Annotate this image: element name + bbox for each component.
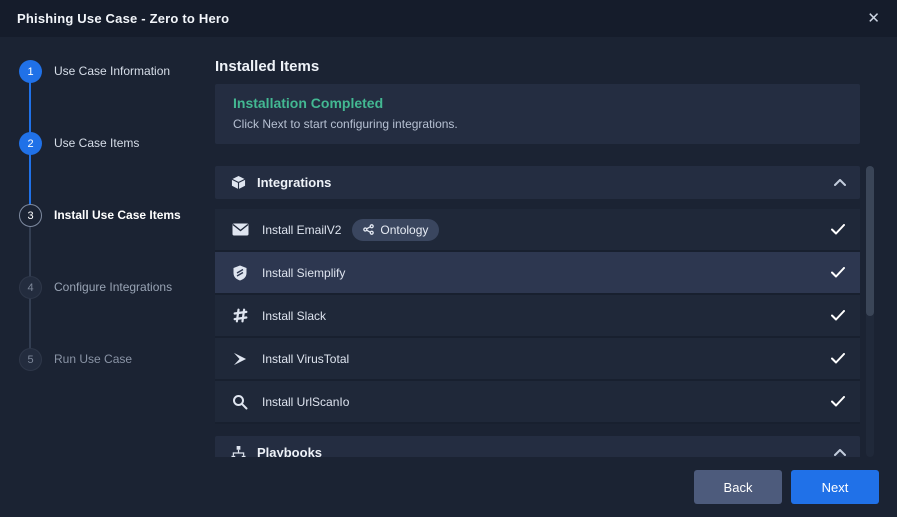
item-label: Install UrlScanIo xyxy=(262,395,349,409)
integrations-rows: Install EmailV2 Ontology Ins xyxy=(215,209,860,424)
step-configure-integrations[interactable]: 4 Configure Integrations xyxy=(19,276,215,348)
playbooks-section-header[interactable]: Playbooks xyxy=(215,436,860,457)
check-icon xyxy=(831,310,845,321)
section-gap xyxy=(215,424,860,436)
list-item-install-virustotal[interactable]: Install VirusTotal xyxy=(215,338,860,381)
step-install-use-case-items[interactable]: 3 Install Use Case Items xyxy=(19,204,215,276)
check-icon xyxy=(831,353,845,364)
list-item-install-urlscanio[interactable]: Install UrlScanIo xyxy=(215,381,860,424)
slack-icon xyxy=(230,308,250,323)
page-title: Installed Items xyxy=(215,58,897,75)
item-label: Install EmailV2 xyxy=(262,223,341,237)
playbooks-icon xyxy=(229,446,247,458)
step-number-badge: 2 xyxy=(19,132,42,155)
virustotal-icon xyxy=(230,352,250,366)
stepper: 1 Use Case Information 2 Use Case Items … xyxy=(19,60,215,420)
step-label: Use Case Information xyxy=(54,60,170,83)
back-button[interactable]: Back xyxy=(694,470,782,504)
integrations-icon xyxy=(229,175,247,190)
list-item-install-emailv2[interactable]: Install EmailV2 Ontology xyxy=(215,209,860,252)
badge-label: Ontology xyxy=(380,223,428,237)
check-icon xyxy=(831,267,845,278)
chevron-up-icon[interactable] xyxy=(834,449,846,456)
step-use-case-items[interactable]: 2 Use Case Items xyxy=(19,132,215,204)
urlscan-magnifier-icon xyxy=(230,394,250,410)
step-number-badge: 1 xyxy=(19,60,42,83)
modal-titlebar: Phishing Use Case - Zero to Hero ✕ xyxy=(0,0,897,37)
step-number-badge: 5 xyxy=(19,348,42,371)
installation-completed-subtitle: Click Next to start configuring integrat… xyxy=(233,117,842,131)
wizard-footer: Back Next xyxy=(0,457,897,517)
installed-items-list: Integrations Install EmailV2 Ontology xyxy=(215,166,860,457)
wizard-stepper-sidebar: 1 Use Case Information 2 Use Case Items … xyxy=(0,37,215,517)
item-label: Install Slack xyxy=(262,309,326,323)
step-label: Configure Integrations xyxy=(54,276,172,299)
installation-completed-title: Installation Completed xyxy=(233,95,842,111)
list-item-install-slack[interactable]: Install Slack xyxy=(215,295,860,338)
scrollbar-track[interactable] xyxy=(866,166,874,457)
step-label: Run Use Case xyxy=(54,348,132,371)
step-number-badge: 3 xyxy=(19,204,42,227)
use-case-wizard-modal: Phishing Use Case - Zero to Hero ✕ 1 Use… xyxy=(0,0,897,517)
email-icon xyxy=(230,223,250,236)
section-label: Playbooks xyxy=(257,445,322,457)
step-number-badge: 4 xyxy=(19,276,42,299)
next-button[interactable]: Next xyxy=(791,470,879,504)
modal-body: 1 Use Case Information 2 Use Case Items … xyxy=(0,37,897,517)
step-label: Install Use Case Items xyxy=(54,204,181,227)
scrollbar-thumb[interactable] xyxy=(866,166,874,316)
modal-title: Phishing Use Case - Zero to Hero xyxy=(17,11,229,26)
siemplify-shield-icon xyxy=(230,265,250,281)
list-item-install-siemplify[interactable]: Install Siemplify xyxy=(215,252,860,295)
ontology-badge[interactable]: Ontology xyxy=(352,219,439,241)
item-label: Install Siemplify xyxy=(262,266,345,280)
section-label: Integrations xyxy=(257,175,331,190)
step-label: Use Case Items xyxy=(54,132,139,155)
step-use-case-information[interactable]: 1 Use Case Information xyxy=(19,60,215,132)
check-icon xyxy=(831,224,845,235)
close-icon[interactable]: ✕ xyxy=(867,11,880,26)
main-content: Installed Items Installation Completed C… xyxy=(215,37,897,517)
item-label: Install VirusTotal xyxy=(262,352,349,366)
step-run-use-case[interactable]: 5 Run Use Case xyxy=(19,348,215,420)
ontology-icon xyxy=(363,224,374,235)
installation-status-banner: Installation Completed Click Next to sta… xyxy=(215,84,860,144)
check-icon xyxy=(831,396,845,407)
chevron-up-icon[interactable] xyxy=(834,179,846,186)
integrations-section-header[interactable]: Integrations xyxy=(215,166,860,199)
